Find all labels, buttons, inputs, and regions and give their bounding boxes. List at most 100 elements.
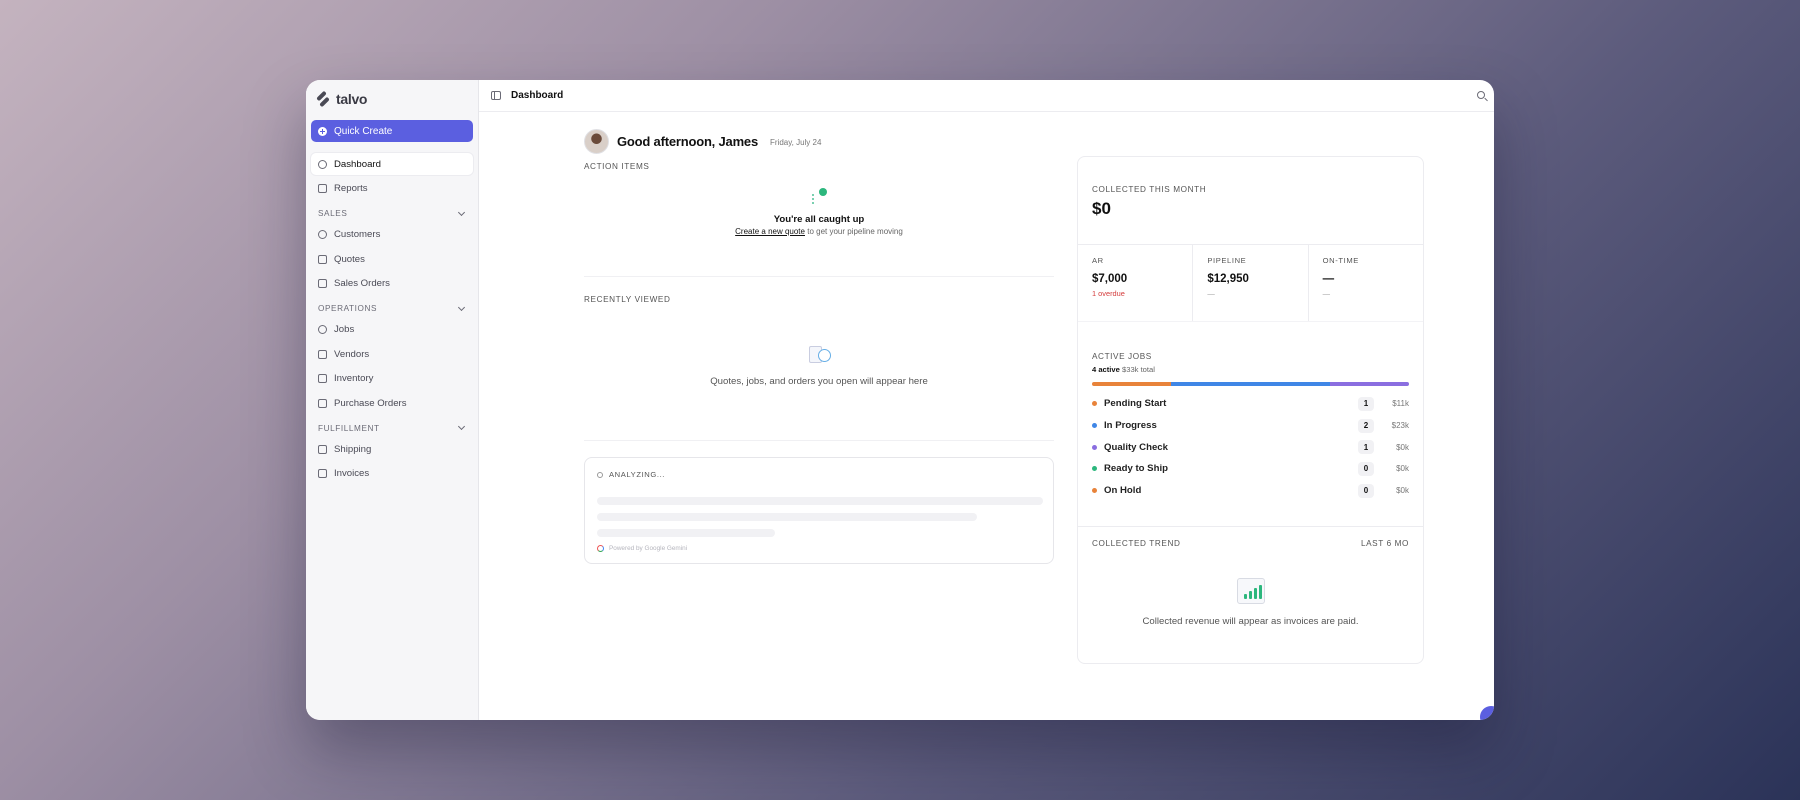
store-icon <box>318 349 327 359</box>
kpi-value: $12,950 <box>1207 273 1249 285</box>
job-status-count: 2 <box>1358 418 1374 433</box>
job-status-count: 0 <box>1358 461 1374 476</box>
kpi-on-time[interactable]: ON-TIME — — <box>1309 245 1423 321</box>
section-sales-toggle[interactable]: SALES <box>311 204 473 224</box>
chevron-down-icon <box>457 303 466 311</box>
sidebar-item-label: Sales Orders <box>334 278 390 289</box>
sidebar-item-shipping[interactable]: Shipping <box>311 438 473 460</box>
job-status-row[interactable]: Pending Start 1 $11k <box>1092 393 1409 415</box>
users-icon <box>318 230 327 239</box>
help-button[interactable] <box>1480 706 1494 720</box>
bar-chart-icon <box>318 184 327 193</box>
collected-amount: $0 <box>1092 199 1111 218</box>
trend-range[interactable]: LAST 6 MO <box>1361 539 1409 548</box>
sidebar-item-invoices[interactable]: Invoices <box>311 463 473 485</box>
kpi-row: AR $7,000 1 overdue PIPELINE $12,950 — O… <box>1078 245 1423 322</box>
sidebar-item-label: Dashboard <box>334 158 381 170</box>
checklist-icon <box>811 188 827 208</box>
chevron-down-icon <box>457 208 466 216</box>
sidebar-item-purchase-orders[interactable]: Purchase Orders <box>311 392 473 414</box>
package-icon <box>318 398 327 408</box>
collected-this-month: COLLECTED THIS MONTH $0 <box>1078 157 1423 245</box>
action-items-label: ACTION ITEMS <box>584 162 650 171</box>
topbar: Dashboard <box>479 80 1494 112</box>
cart-icon <box>318 279 327 288</box>
avatar[interactable] <box>584 128 609 154</box>
kpi-value: — <box>1322 273 1335 285</box>
sidebar-item-sales-orders[interactable]: Sales Orders <box>311 273 473 295</box>
left-column: Good afternoon, James Friday, July 24 AC… <box>584 128 1054 564</box>
section-title: SALES <box>318 209 348 218</box>
job-status-name: Pending Start <box>1104 398 1167 410</box>
job-status-count: 0 <box>1358 483 1374 498</box>
collected-label: COLLECTED THIS MONTH <box>1092 185 1207 194</box>
section-title: FULFILLMENT <box>318 423 380 433</box>
kpi-label: PIPELINE <box>1207 256 1247 265</box>
trend-empty-text: Collected revenue will appear as invoice… <box>1142 616 1359 627</box>
status-dot-icon <box>1092 444 1097 450</box>
recently-viewed-label: RECENTLY VIEWED <box>584 295 671 304</box>
job-status-amount: $11k <box>1392 399 1409 409</box>
kpi-pipeline[interactable]: PIPELINE $12,950 — <box>1193 245 1309 321</box>
sidebar-item-customers[interactable]: Customers <box>311 224 473 246</box>
active-jobs-total: $33k total <box>1122 365 1155 374</box>
caught-up-sub-text: to get your pipeline moving <box>807 227 903 236</box>
chart-icon <box>1236 578 1265 604</box>
sidebar-item-label: Shipping <box>334 443 372 455</box>
status-dot-icon <box>1092 466 1097 472</box>
kpi-sub: — <box>1322 289 1331 298</box>
active-jobs-meta: 4 active $33k total <box>1092 365 1409 374</box>
caught-up-sub: Create a new quote to get your pipeline … <box>584 227 1054 236</box>
powered-by: Powered by Google Gemini <box>597 545 687 552</box>
sidebar-item-jobs[interactable]: Jobs <box>311 319 473 341</box>
wrench-icon <box>318 325 327 334</box>
job-status-amount: $0k <box>1396 464 1409 474</box>
sidebar-item-label: Customers <box>334 229 381 240</box>
logo[interactable]: talvo <box>316 90 468 108</box>
kpi-label: AR <box>1092 256 1104 265</box>
job-status-name: On Hold <box>1104 485 1142 497</box>
sidebar-item-inventory[interactable]: Inventory <box>311 368 473 390</box>
active-jobs: ACTIVE JOBS 4 active $33k total Pending … <box>1078 322 1423 527</box>
job-status-row[interactable]: Ready to Ship 0 $0k <box>1092 458 1409 480</box>
recent-clock-icon <box>806 344 832 366</box>
status-dot-icon <box>1092 488 1097 494</box>
section-operations-toggle[interactable]: OPERATIONS <box>311 299 473 319</box>
sidebar-item-dashboard[interactable]: Dashboard <box>311 153 473 175</box>
sidebar-item-vendors[interactable]: Vendors <box>311 343 473 365</box>
quick-create-label: Quick Create <box>334 125 393 137</box>
sidebar: talvo Quick Create Dashboard Reports SAL… <box>306 80 479 720</box>
sidebar-toggle-icon[interactable] <box>491 91 501 100</box>
caught-up-title: You're all caught up <box>773 214 865 225</box>
kpi-ar[interactable]: AR $7,000 1 overdue <box>1078 245 1194 321</box>
status-dot-icon <box>1092 401 1097 407</box>
warehouse-icon <box>318 374 327 383</box>
section-fulfillment-toggle[interactable]: FULFILLMENT <box>311 418 473 438</box>
create-quote-link[interactable]: Create a new quote <box>735 227 805 236</box>
greeting: Good afternoon, James Friday, July 24 <box>584 128 1054 154</box>
document-icon <box>318 254 327 264</box>
trend-header: COLLECTED TREND LAST 6 MO <box>1092 539 1409 548</box>
recently-viewed-empty-text: Quotes, jobs, and orders you open will a… <box>710 376 928 387</box>
sidebar-item-label: Quotes <box>334 253 365 265</box>
job-status-list: Pending Start 1 $11k In Progress 2 $23k Qualit… <box>1092 393 1409 501</box>
dashboard-icon <box>318 159 327 169</box>
sidebar-item-label: Purchase Orders <box>334 397 407 409</box>
job-status-row[interactable]: Quality Check 1 $0k <box>1092 436 1409 458</box>
status-dot-icon <box>1092 423 1097 429</box>
plus-circle-icon <box>318 126 327 136</box>
sidebar-item-quotes[interactable]: Quotes <box>311 248 473 270</box>
analyze-label: ANALYZING... <box>609 470 666 479</box>
search-icon[interactable] <box>1477 91 1485 99</box>
job-status-name: Quality Check <box>1104 441 1168 453</box>
sidebar-item-reports[interactable]: Reports <box>311 178 473 200</box>
kpi-sub: 1 overdue <box>1092 289 1125 298</box>
recently-viewed-empty: Quotes, jobs, and orders you open will a… <box>584 344 1054 440</box>
job-status-row[interactable]: On Hold 0 $0k <box>1092 480 1409 502</box>
section-title: OPERATIONS <box>318 304 378 313</box>
quick-create-button[interactable]: Quick Create <box>311 120 473 142</box>
kpi-label: ON-TIME <box>1322 256 1359 265</box>
job-status-amount: $23k <box>1391 421 1409 431</box>
powered-by-text: Powered by Google Gemini <box>609 545 688 552</box>
job-status-row[interactable]: In Progress 2 $23k <box>1092 415 1409 437</box>
